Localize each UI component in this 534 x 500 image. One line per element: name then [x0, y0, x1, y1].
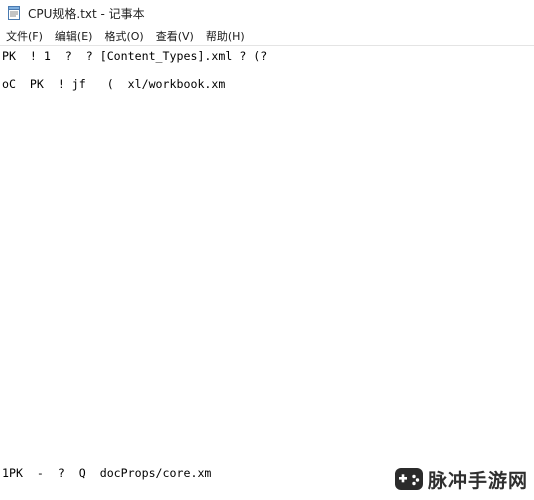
watermark-text: 脉冲手游网: [427, 469, 528, 492]
game-controller-logo-icon: [394, 464, 424, 494]
notepad-window: CPU规格.txt - 记事本 文件(F) 编辑(E) 格式(O) 查看(V) …: [0, 0, 534, 500]
menu-bar: 文件(F) 编辑(E) 格式(O) 查看(V) 帮助(H): [0, 26, 534, 46]
menu-edit[interactable]: 编辑(E): [49, 28, 99, 44]
menu-format[interactable]: 格式(O): [98, 28, 149, 44]
window-title: CPU规格.txt - 记事本: [28, 6, 145, 21]
menu-help[interactable]: 帮助(H): [200, 28, 251, 44]
text-editor-area[interactable]: PK ! 1 ? ? [Content_Types].xml ? (? oC P…: [0, 46, 534, 500]
notepad-icon: [6, 5, 22, 21]
menu-view[interactable]: 查看(V): [150, 28, 200, 44]
title-bar[interactable]: CPU规格.txt - 记事本: [0, 0, 534, 26]
watermark: 脉冲手游网: [394, 464, 528, 494]
menu-file[interactable]: 文件(F): [0, 28, 49, 44]
editor-text: PK ! 1 ? ? [Content_Types].xml ? (? oC P…: [2, 49, 268, 481]
